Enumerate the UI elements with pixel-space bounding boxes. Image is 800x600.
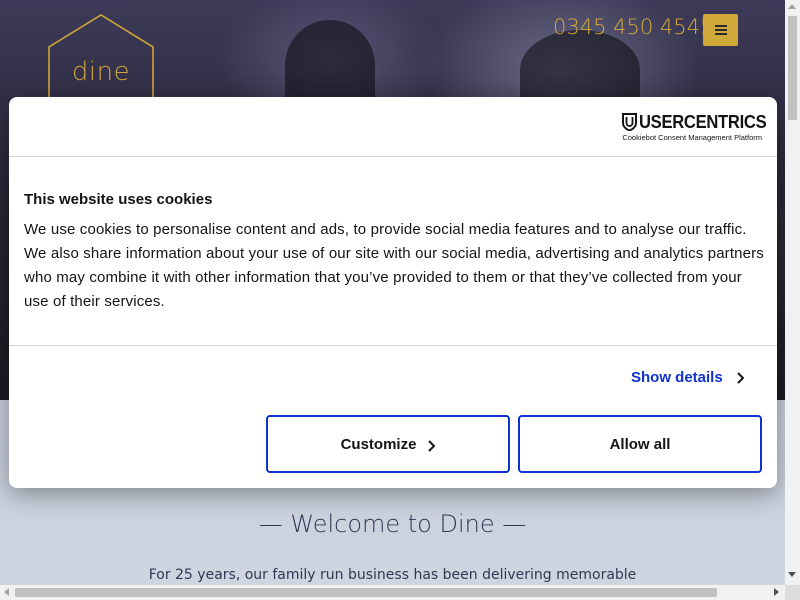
divider — [9, 345, 777, 346]
brand-name: USERCENTRICS — [639, 112, 767, 132]
phone-number-link[interactable]: 0345 450 4545 — [553, 14, 713, 40]
brand-subtitle: Cookiebot Consent Management Platform — [622, 133, 762, 142]
scroll-left-arrow-icon[interactable] — [4, 588, 9, 596]
allow-all-button[interactable]: Allow all — [518, 415, 762, 473]
vertical-scrollbar[interactable] — [785, 0, 800, 585]
chevron-right-icon — [736, 371, 744, 384]
scroll-right-arrow-icon[interactable] — [774, 588, 779, 596]
menu-button[interactable] — [703, 14, 738, 46]
show-details-label: Show details — [631, 369, 723, 386]
welcome-title: — Welcome to Dine — — [258, 510, 527, 538]
scroll-up-arrow-icon[interactable] — [788, 4, 796, 9]
show-details-link[interactable]: Show details — [631, 369, 744, 386]
vertical-scroll-thumb[interactable] — [788, 16, 797, 120]
customize-button[interactable]: Customize — [266, 415, 510, 473]
scrollbar-corner — [785, 585, 800, 600]
cookie-consent-dialog: USERCENTRICS Cookiebot Consent Managemen… — [9, 97, 777, 488]
logo-text: dine — [71, 57, 131, 87]
shield-icon — [622, 113, 637, 131]
usercentrics-logo[interactable]: USERCENTRICS Cookiebot Consent Managemen… — [622, 111, 767, 145]
dialog-header: USERCENTRICS Cookiebot Consent Managemen… — [9, 97, 777, 157]
welcome-body-text: For 25 years, our family run business ha… — [148, 567, 637, 583]
scroll-down-arrow-icon[interactable] — [788, 572, 796, 577]
horizontal-scroll-thumb[interactable] — [15, 588, 717, 597]
customize-label: Customize — [340, 435, 417, 453]
hamburger-icon — [714, 25, 727, 35]
allow-all-label: Allow all — [609, 435, 671, 453]
chevron-right-icon — [428, 440, 436, 452]
dialog-title: This website uses cookies — [24, 191, 213, 208]
dialog-body-text: We use cookies to personalise content an… — [24, 221, 764, 310]
horizontal-scrollbar[interactable] — [0, 585, 785, 600]
